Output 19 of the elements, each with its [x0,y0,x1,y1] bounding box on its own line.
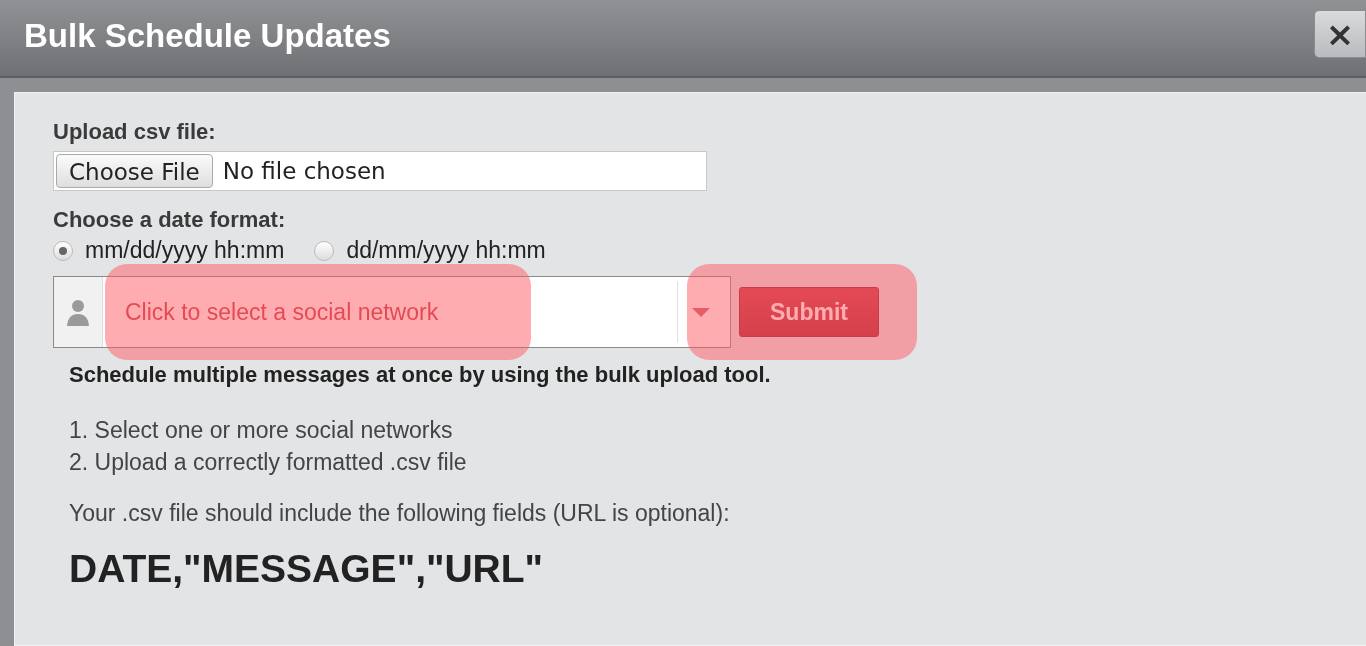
format-example: DATE,"MESSAGE","URL" [69,547,545,591]
intro-text: Schedule multiple messages at once by using the bulk upload tool. [69,362,772,388]
dialog-title: Bulk Schedule Updates [24,17,391,55]
person-icon [66,297,90,327]
radio-label: mm/dd/yyyy hh:mm [85,237,285,264]
fields-note: Your .csv file should include the following fields (URL is optional): [69,500,731,527]
radio-button[interactable] [314,240,335,261]
select-placeholder: Click to select a social network [125,298,440,326]
step-text: 2. Upload a correctly formatted .csv file [69,448,468,477]
close-button[interactable]: × [1314,10,1366,58]
date-format-label: Choose a date format: [53,207,287,233]
caret-icon [692,307,710,317]
upload-label: Upload csv file: [53,119,217,145]
radio-label: dd/mm/yyyy hh:mm [346,237,546,264]
choose-file-button[interactable]: Choose File [56,154,213,188]
file-input[interactable]: Choose File No file chosen [53,151,707,191]
radio-button[interactable] [53,240,73,261]
step-text: 1. Select one or more social networks [69,416,454,445]
file-status: No file chosen [222,158,386,184]
